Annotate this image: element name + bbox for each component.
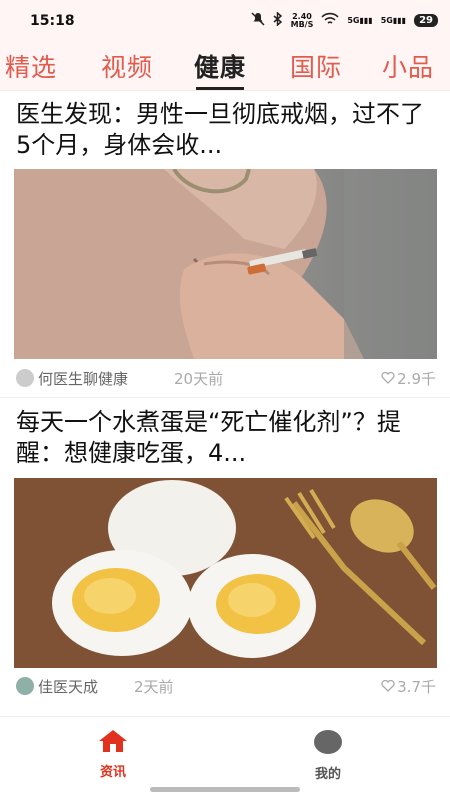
tab-health[interactable]: 健康 <box>194 48 247 90</box>
like-count-text: 2.9千 <box>397 370 436 388</box>
gesture-bar[interactable] <box>150 787 300 792</box>
signal-icon-1: 5G▮▮▮ <box>347 16 373 25</box>
tab-jingxuan[interactable]: 精选 <box>5 48 57 84</box>
status-bar: 15:18 2.40 MB/S 5G▮▮▮ 5G▮▮▮ 29 <box>0 0 450 44</box>
article-image-eggs[interactable] <box>14 478 437 668</box>
article-title[interactable]: 每天一个水煮蛋是“死亡催化剂”？提醒：想健康吃蛋，4... <box>16 407 436 473</box>
author-name[interactable]: 何医生聊健康 <box>38 368 128 389</box>
like-count-text: 3.7千 <box>397 678 436 696</box>
heart-icon <box>381 678 395 696</box>
net-speed: 2.40 MB/S <box>290 11 314 29</box>
author-avatar <box>16 369 34 387</box>
like-count[interactable]: 3.7千 <box>381 676 436 697</box>
tab-international[interactable]: 国际 <box>290 48 342 84</box>
article-title[interactable]: 医生发现：男性一旦彻底戒烟，过不了5个月，身体会收... <box>16 99 436 165</box>
status-time: 15:18 <box>30 13 75 29</box>
tab-video[interactable]: 视频 <box>101 48 153 84</box>
home-icon <box>98 730 128 757</box>
author-name[interactable]: 佳医天成 <box>38 676 98 697</box>
author-avatar <box>16 677 34 695</box>
publish-time: 20天前 <box>174 370 224 388</box>
status-icons: 2.40 MB/S 5G▮▮▮ 5G▮▮▮ 29 <box>251 11 438 29</box>
mute-icon <box>251 12 265 29</box>
wifi-icon <box>321 12 339 29</box>
like-count[interactable]: 2.9千 <box>381 368 436 389</box>
signal-icon-2: 5G▮▮▮ <box>380 16 407 25</box>
nav-news[interactable]: 资讯 <box>73 729 153 780</box>
bluetooth-icon <box>273 11 283 29</box>
nav-mine[interactable]: 我的 <box>288 729 368 782</box>
divider <box>0 397 450 398</box>
tab-sketch[interactable]: 小品 <box>382 48 434 84</box>
tab-active-indicator <box>196 87 245 90</box>
article-meta: 佳医天成 2天前 3.7千 <box>16 675 436 697</box>
nav-mine-label: 我的 <box>314 767 341 782</box>
publish-time: 2天前 <box>134 678 174 696</box>
category-tabs: 精选 视频 健康 国际 小品 <box>0 44 450 91</box>
heart-icon <box>381 370 395 388</box>
tab-health-label: 健康 <box>194 53 247 82</box>
article-image-smoking[interactable] <box>14 169 437 359</box>
nav-news-label: 资讯 <box>99 765 126 780</box>
article-meta: 何医生聊健康 20天前 2.9千 <box>16 367 436 389</box>
battery-icon: 29 <box>414 14 438 27</box>
profile-icon <box>313 730 343 759</box>
